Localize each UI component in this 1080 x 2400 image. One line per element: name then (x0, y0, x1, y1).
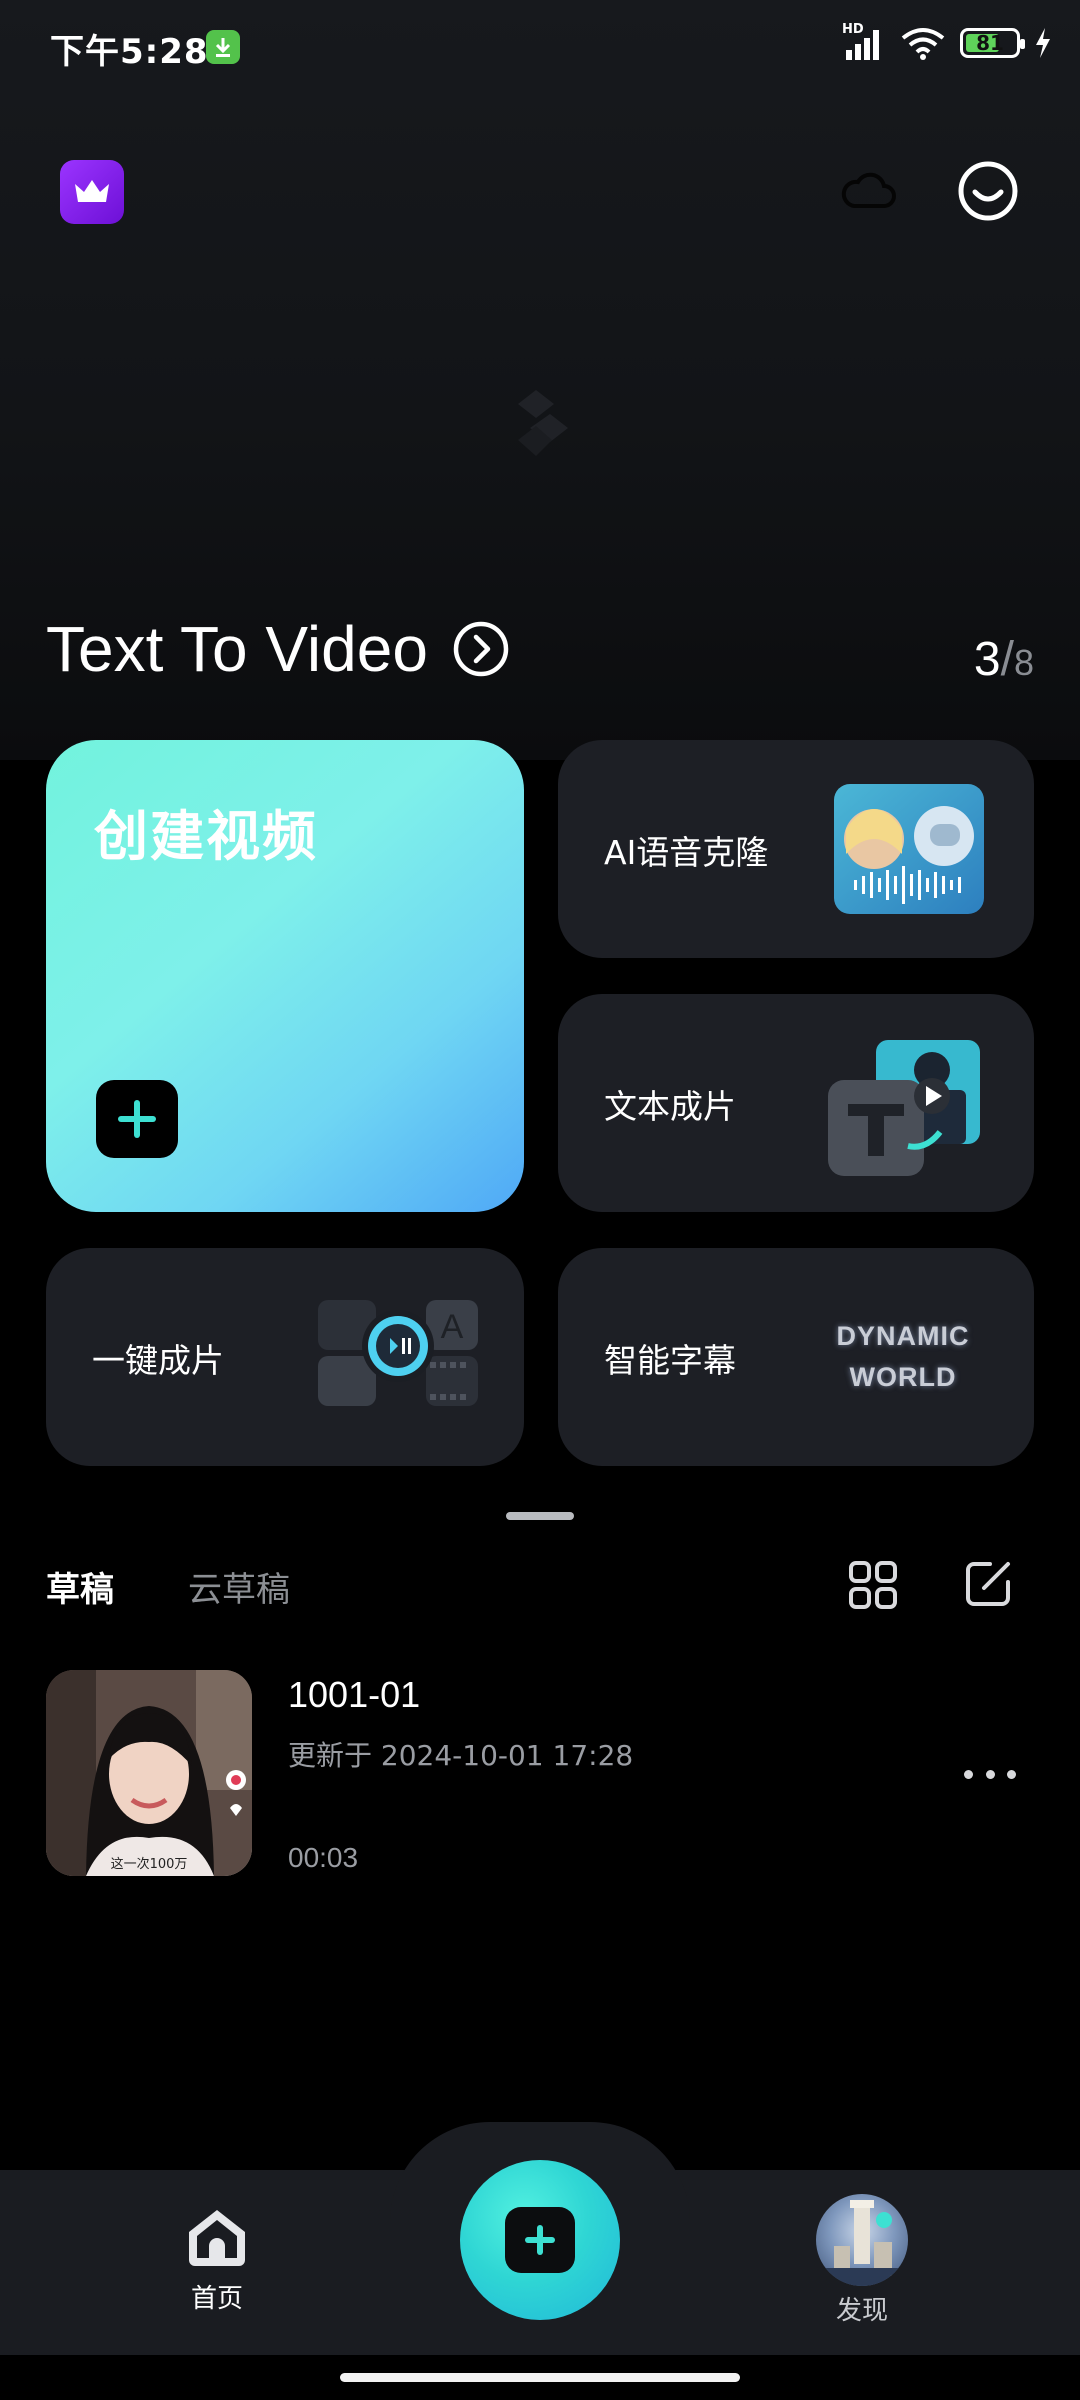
svg-text:A: A (441, 1308, 464, 1346)
counter-separator: / (1000, 633, 1014, 686)
ai-voice-clone-card[interactable]: AI语音克隆 (558, 740, 1034, 958)
counter-current: 3 (973, 633, 1001, 686)
battery-icon: 81 (960, 28, 1025, 58)
home-icon (189, 2210, 245, 2266)
wifi-icon (901, 28, 945, 60)
ai-voice-clone-label: AI语音克隆 (604, 833, 769, 872)
nav-discover-label: 发现 (835, 2296, 888, 2326)
edit-icon[interactable] (962, 1558, 1014, 1610)
signal-icon: HD (842, 22, 886, 60)
draft-duration: 00:03 (288, 1842, 359, 1873)
drag-handle[interactable] (506, 1512, 574, 1520)
nav-discover[interactable]: 发现 (814, 2194, 910, 2327)
section-title: Text To Video (46, 613, 428, 685)
arrow-right-circle-icon (453, 621, 509, 677)
text-to-video-link[interactable]: Text To Video (46, 612, 510, 686)
text-to-film-thumbnail (828, 1040, 980, 1176)
one-click-label: 一键成片 (92, 1341, 224, 1380)
counter-total: 8 (1013, 642, 1034, 683)
draft-thumbnail[interactable]: 这一次100万 (46, 1670, 252, 1876)
more-options-icon[interactable] (964, 1764, 1016, 1784)
one-click-thumbnail: A (318, 1300, 478, 1406)
subtitle-preview-line1: DYNAMIC (836, 1321, 970, 1351)
plus-icon (525, 2225, 555, 2255)
tab-cloud-drafts[interactable]: 云草稿 (188, 1562, 290, 1611)
nav-home[interactable]: 首页 (172, 2204, 262, 2315)
draft-thumbnail-image (46, 1670, 252, 1876)
status-time: 下午5:28 (50, 32, 209, 72)
home-indicator[interactable] (340, 2373, 740, 2382)
grid-view-icon[interactable] (848, 1560, 898, 1610)
text-to-film-label: 文本成片 (604, 1087, 736, 1126)
battery-level: 81 (976, 31, 1004, 55)
status-bar: 下午5:28 HD 81 (0, 0, 1080, 96)
create-plus-button[interactable] (96, 1080, 178, 1158)
plus-icon (118, 1100, 156, 1138)
thumb-caption: 这一次100万 (110, 1857, 188, 1872)
discover-avatar (816, 2194, 908, 2286)
voice-clone-thumbnail (834, 784, 984, 914)
one-click-card[interactable]: 一键成片 A (46, 1248, 524, 1466)
draft-updated-time: 更新于 2024-10-01 17:28 (288, 1739, 634, 1772)
crown-icon (75, 180, 109, 202)
page-counter: 3/8 (974, 632, 1034, 687)
vip-button[interactable] (60, 160, 124, 224)
smart-subtitles-card[interactable]: 智能字幕 DYNAMIC WORLD (558, 1248, 1034, 1466)
profile-smiley-icon[interactable] (955, 158, 1021, 224)
draft-title[interactable]: 1001-01 (288, 1674, 420, 1716)
banner-logo-icon (518, 390, 568, 456)
cloud-icon[interactable] (836, 160, 900, 224)
create-video-label: 创建视频 (94, 805, 318, 868)
subtitle-preview-line2: WORLD (849, 1362, 957, 1392)
create-fab-button[interactable] (460, 2160, 620, 2320)
charging-icon (1036, 28, 1050, 58)
smart-subtitles-label: 智能字幕 (604, 1341, 736, 1380)
subtitle-preview: DYNAMIC WORLD (828, 1316, 978, 1398)
tab-drafts[interactable]: 草稿 (46, 1562, 114, 1611)
text-to-film-card[interactable]: 文本成片 (558, 994, 1034, 1212)
nav-home-label: 首页 (190, 2284, 243, 2314)
system-icons: HD 81 (842, 22, 1052, 60)
create-video-card[interactable]: 创建视频 (46, 740, 524, 1212)
download-icon (206, 30, 240, 64)
